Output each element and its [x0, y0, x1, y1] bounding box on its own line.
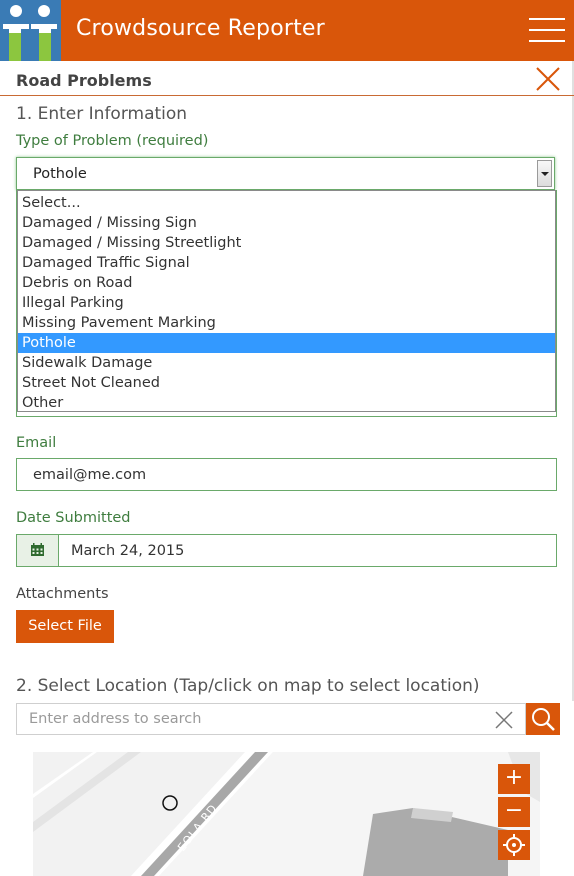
date-field[interactable]: March 24, 2015 [16, 534, 557, 567]
hamburger-menu-icon[interactable] [529, 18, 565, 42]
problem-type-select[interactable]: Pothole [16, 157, 555, 190]
dropdown-option[interactable]: Illegal Parking [18, 293, 555, 313]
dropdown-option[interactable]: Damaged / Missing Streetlight [18, 233, 555, 253]
app-logo [0, 0, 61, 61]
chevron-down-icon[interactable] [537, 160, 552, 187]
dropdown-option[interactable]: Debris on Road [18, 273, 555, 293]
calendar-button[interactable] [17, 535, 59, 566]
dropdown-option[interactable]: Damaged / Missing Sign [18, 213, 555, 233]
date-label: Date Submitted [16, 510, 131, 526]
panel-title-divider [0, 95, 574, 96]
dropdown-option[interactable]: Damaged Traffic Signal [18, 253, 555, 273]
map-basemap: EOLA RD [33, 752, 540, 876]
panel-title: Road Problems [16, 71, 152, 90]
address-search-input[interactable]: Enter address to search [16, 703, 526, 735]
dropdown-option[interactable]: Missing Pavement Marking [18, 313, 555, 333]
step2-heading: 2. Select Location (Tap/click on map to … [16, 676, 480, 696]
date-value: March 24, 2015 [71, 543, 185, 559]
locate-button[interactable] [498, 830, 530, 860]
attachments-label: Attachments [16, 586, 109, 602]
email-label: Email [16, 435, 57, 451]
search-icon [532, 708, 555, 731]
app-header: Crowdsource Reporter [0, 0, 574, 61]
select-file-button[interactable]: Select File [16, 610, 114, 643]
email-value: email@me.com [33, 467, 147, 483]
problem-type-dropdown[interactable]: Select... Damaged / Missing Sign Damaged… [17, 190, 556, 412]
clear-icon[interactable] [495, 711, 513, 729]
dropdown-option-selected[interactable]: Pothole [18, 333, 555, 353]
problem-type-value: Pothole [33, 166, 87, 182]
close-icon[interactable] [534, 65, 562, 93]
step1-heading: 1. Enter Information [16, 104, 188, 124]
search-button[interactable] [526, 703, 560, 735]
crosshair-icon [503, 834, 525, 856]
calendar-icon [31, 543, 44, 556]
zoom-out-button[interactable]: − [498, 797, 530, 827]
email-field[interactable]: email@me.com [16, 458, 557, 491]
problem-type-label: Type of Problem (required) [16, 133, 209, 149]
zoom-in-button[interactable]: + [498, 764, 530, 794]
dropdown-option[interactable]: Sidewalk Damage [18, 353, 555, 373]
location-map[interactable]: EOLA RD [33, 752, 540, 876]
dropdown-option[interactable]: Other [18, 393, 555, 413]
search-placeholder: Enter address to search [29, 711, 202, 727]
dropdown-option[interactable]: Street Not Cleaned [18, 373, 555, 393]
dropdown-option[interactable]: Select... [18, 193, 555, 213]
app-title: Crowdsource Reporter [76, 16, 325, 41]
